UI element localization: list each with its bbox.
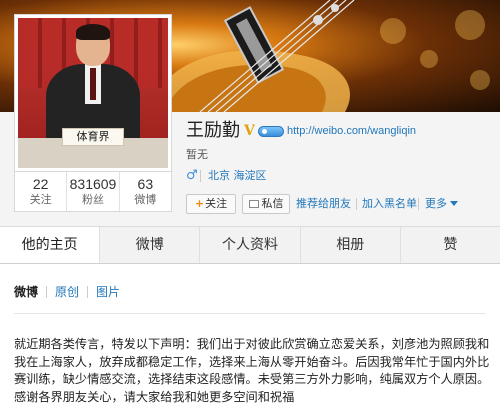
post-text: 就近期各类传言，特发以下声明：我们出于对彼此欣赏确立恋爱关系，刘彦池为照顾我和我… <box>14 337 490 404</box>
verified-v-icon[interactable]: V <box>244 123 255 139</box>
avatar-nameplate: 体育界 <box>62 128 124 146</box>
stat-label: 粉丝 <box>81 193 104 206</box>
stat-label: 关注 <box>29 193 52 206</box>
tab-album[interactable]: 相册 <box>300 227 401 263</box>
more-label: 更多 <box>425 197 447 210</box>
feed-filters: 微博 原创 图片 <box>14 284 120 300</box>
more-dropdown[interactable]: 更多 <box>425 197 458 211</box>
envelope-icon <box>248 200 259 208</box>
profile-stats: 22 关注 831609 粉丝 63 微博 <box>14 172 172 212</box>
follow-button[interactable]: +关注 <box>186 194 236 214</box>
stat-count: 831609 <box>69 176 117 192</box>
message-button[interactable]: 私信 <box>242 194 290 214</box>
avatar-frame[interactable]: 体育界 <box>14 14 172 172</box>
divider <box>200 170 201 182</box>
divider <box>356 198 357 210</box>
chevron-down-icon <box>450 201 458 206</box>
filter-images[interactable]: 图片 <box>96 284 120 300</box>
tab-profile-info[interactable]: 个人资料 <box>200 227 301 263</box>
stat-followers[interactable]: 831609 粉丝 <box>67 172 120 211</box>
stat-count: 63 <box>137 176 154 192</box>
tab-home[interactable]: 他的主页 <box>0 227 101 263</box>
avatar[interactable]: 体育界 <box>18 18 168 168</box>
stat-posts[interactable]: 63 微博 <box>120 172 171 211</box>
divider <box>46 286 48 298</box>
level-icon[interactable] <box>258 126 284 137</box>
divider <box>418 198 419 210</box>
recommend-to-friend-link[interactable]: 推荐给朋友 <box>296 197 351 211</box>
stat-count: 22 <box>32 176 49 192</box>
divider <box>87 286 89 298</box>
profile-name: 王励勤 <box>186 120 240 141</box>
avatar-tie <box>90 68 96 100</box>
divider <box>14 313 486 314</box>
follow-label: 关注 <box>205 197 228 210</box>
location-link[interactable]: 北京 海淀区 <box>208 169 267 183</box>
avatar-hair <box>76 24 110 40</box>
tab-likes[interactable]: 赞 <box>400 227 500 263</box>
stat-label: 微博 <box>134 193 157 206</box>
profile-bio: 暂无 <box>186 148 208 161</box>
male-icon: ♂ <box>186 168 198 183</box>
plus-icon: + <box>194 197 205 210</box>
profile-url-link[interactable]: http://weibo.com/wangliqin <box>287 124 416 138</box>
stat-following[interactable]: 22 关注 <box>15 172 68 211</box>
profile-tabs: 他的主页 微博 个人资料 相册 赞 <box>0 226 500 264</box>
add-to-blacklist-link[interactable]: 加入黑名单 <box>362 197 417 211</box>
filter-all-weibo[interactable]: 微博 <box>14 284 38 300</box>
filter-original[interactable]: 原创 <box>55 284 79 300</box>
tab-weibo[interactable]: 微博 <box>100 227 201 263</box>
message-label: 私信 <box>261 197 284 210</box>
